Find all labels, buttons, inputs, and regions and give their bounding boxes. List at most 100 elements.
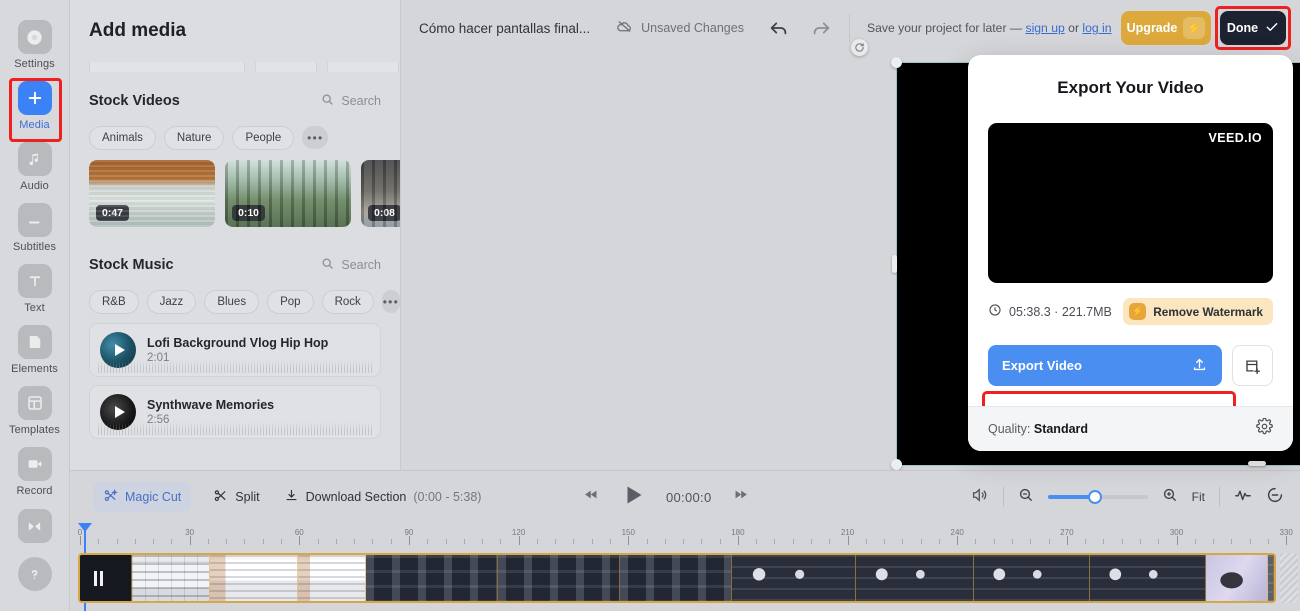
bowtie-icon[interactable] [17,509,52,543]
list-item[interactable]: Lofi Background Vlog Hip Hop 2:01 [89,323,381,377]
done-button[interactable]: Done [1220,11,1286,45]
timeline-clip-frame[interactable] [132,555,210,601]
ruler-tick [792,539,794,544]
magic-cut-button[interactable]: Magic Cut [93,482,192,512]
remove-watermark-button[interactable]: ⚡ Remove Watermark [1123,298,1273,325]
timeline-clip-frame[interactable] [498,555,620,601]
timeline-scrollbar[interactable] [1280,553,1298,603]
timeline-ruler[interactable]: 0 30 60 90 120 150 180 210 240 270 300 330 [70,523,1300,553]
stock-videos-title: Stock Videos [89,93,180,109]
play-button[interactable] [621,483,645,512]
done-label: Done [1226,21,1259,35]
ruler-tick [719,539,721,544]
chip-more-music[interactable]: ••• [381,290,400,313]
undo-button[interactable] [768,17,790,39]
export-video-button[interactable]: Export Video [988,345,1222,386]
rotate-handle-icon[interactable] [851,39,868,56]
ruler-tick [1121,539,1123,544]
chip-nature[interactable]: Nature [163,126,225,150]
timeline-clip-frame[interactable] [856,555,974,601]
stock-music-title: Stock Music [89,257,174,273]
timeline-clip-frame[interactable] [80,555,132,601]
waveform-toggle-icon[interactable] [1234,486,1252,509]
ruler-tick [737,536,739,545]
pause-icon [94,571,103,586]
volume-icon[interactable] [971,486,989,509]
search-icon [321,93,334,109]
ruler-tick [134,539,136,544]
project-title[interactable]: Cómo hacer pantallas final... [419,21,590,36]
stock-video-thumb[interactable]: 0:08 [361,160,400,227]
ruler-tick [1286,536,1288,545]
panel-header: Add media [70,0,400,62]
log-in-link[interactable]: log in [1082,21,1111,35]
sidebar-item-settings[interactable]: Settings [0,20,70,70]
magic-cut-icon [103,488,118,506]
chip-animals[interactable]: Animals [89,126,156,150]
help-question-icon[interactable] [17,557,52,591]
export-popover: Export Your Video VEED.IO 05:38.3 · 221.… [968,55,1293,451]
video-track[interactable] [78,553,1276,603]
resize-handle-bottom-middle[interactable] [1248,461,1266,466]
timeline-clip-frame[interactable] [366,555,498,601]
export-to-workspace-button[interactable] [1232,345,1273,386]
sidebar-item-templates[interactable]: Templates [0,386,70,436]
gear-icon[interactable] [1256,417,1273,440]
sidebar-item-media[interactable]: Media [0,81,70,131]
playhead-handle[interactable] [78,523,92,532]
unsaved-changes-label: Unsaved Changes [641,21,744,35]
sidebar-item-audio[interactable]: Audio [0,142,70,192]
sign-up-link[interactable]: sign up [1025,21,1064,35]
chip-people[interactable]: People [232,126,295,150]
chip-more-videos[interactable]: ••• [302,126,329,149]
skip-forward-button[interactable] [732,486,749,508]
ruler-tick [518,536,520,545]
chip-jazz[interactable]: Jazz [146,290,197,314]
timeline-clip-frame[interactable] [974,555,1090,601]
ruler-tick [628,536,630,545]
fit-button[interactable]: Fit [1192,490,1205,504]
chip-blues[interactable]: Blues [204,290,260,314]
split-button[interactable]: Split [213,488,260,506]
collapse-track-icon[interactable] [1266,486,1284,509]
tools-divider [1219,487,1220,507]
sidebar-item-text[interactable]: Text [0,264,70,314]
resize-handle-bottom-left[interactable] [891,459,902,470]
chip-rnb[interactable]: R&B [89,290,139,314]
ruler-tick [354,539,356,544]
timeline-clip-frame[interactable] [298,555,366,601]
sidebar-item-subtitles[interactable]: Subtitles [0,203,70,253]
ruler-tick [902,539,904,544]
stock-video-thumb[interactable]: 0:47 [89,160,215,227]
timeline-clip-frame[interactable] [210,555,298,601]
ruler-tick [482,539,484,544]
unsaved-changes-status: Unsaved Changes [616,18,744,38]
skip-backward-button[interactable] [583,486,600,508]
timeline-clip-frame[interactable] [1268,555,1274,601]
zoom-in-icon[interactable] [1162,487,1178,508]
ruler-tick [938,539,940,544]
waveform [98,360,372,373]
timeline-clip-frame[interactable] [1090,555,1206,601]
ruler-tick [1176,536,1178,545]
timeline[interactable]: 0 30 60 90 120 150 180 210 240 270 300 330 [70,523,1300,611]
list-item[interactable]: Synthwave Memories 2:56 [89,385,381,439]
sidebar-item-record[interactable]: Record [0,447,70,497]
stock-video-thumb[interactable]: 0:10 [225,160,351,227]
zoom-slider[interactable] [1047,490,1148,504]
timeline-clip-frame[interactable] [732,555,856,601]
stock-music-search[interactable]: Search [321,257,381,273]
download-section-button[interactable]: Download Section (0:00 - 5:38) [284,488,481,506]
resize-handle-top-left[interactable] [891,57,902,68]
timeline-clip-frame[interactable] [1206,555,1268,601]
timeline-clip-frame[interactable] [620,555,732,601]
chip-pop[interactable]: Pop [267,290,314,314]
resize-handle-left-middle[interactable] [892,255,897,273]
stock-videos-search[interactable]: Search [321,93,381,109]
upgrade-button[interactable]: Upgrade ⚡ [1121,11,1211,45]
zoom-out-icon[interactable] [1018,487,1034,508]
redo-button[interactable] [810,17,832,39]
chip-rock[interactable]: Rock [321,290,374,314]
sidebar-item-elements[interactable]: Elements [0,325,70,375]
zoom-slider-knob[interactable] [1087,490,1102,504]
